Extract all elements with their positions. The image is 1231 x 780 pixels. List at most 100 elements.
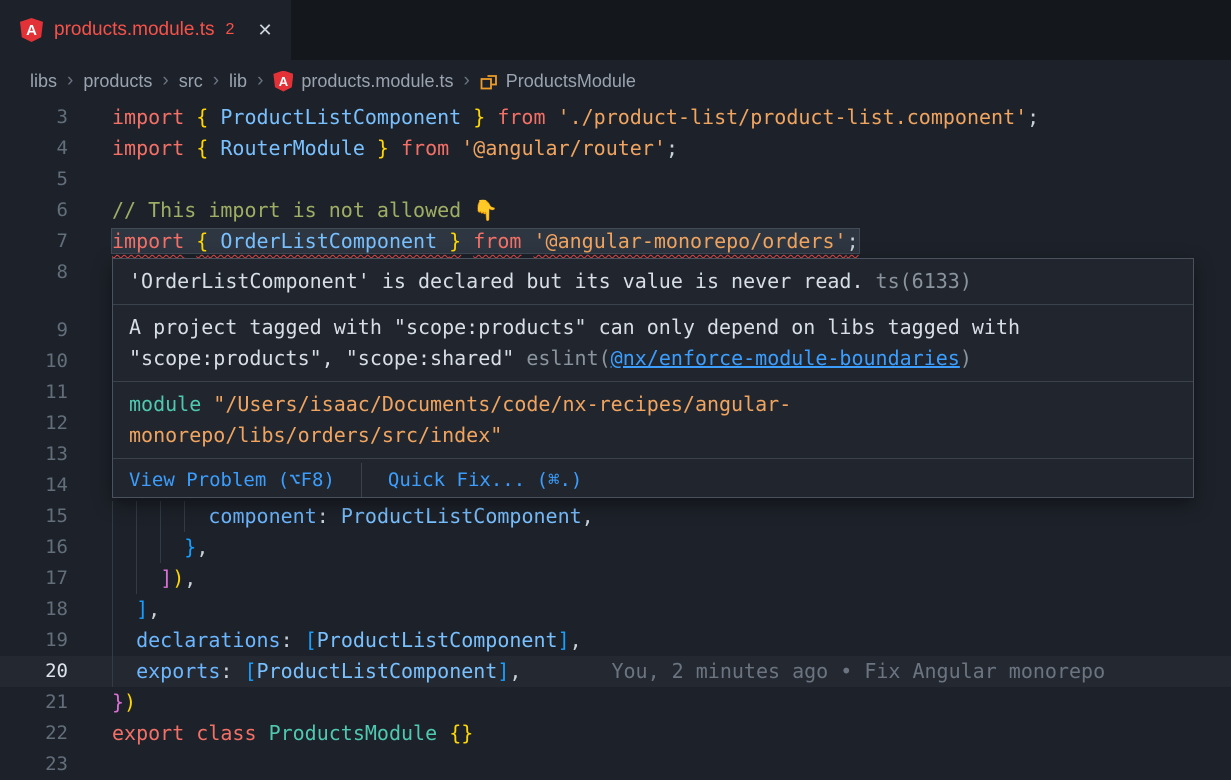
code-token: {}	[449, 721, 473, 745]
code-token: export	[112, 721, 184, 745]
line-number: 3	[0, 102, 68, 133]
code-line-6[interactable]: 6 // This import is not allowed 👇	[0, 195, 1231, 226]
code-line-18[interactable]: 18 ],	[0, 594, 1231, 625]
code-token: exports	[136, 659, 220, 683]
code-token: ProductListComponent	[341, 504, 582, 528]
code-content: import { RouterModule } from '@angular/r…	[112, 133, 678, 164]
code-token: // This import is not allowed	[112, 198, 473, 222]
code-line-4[interactable]: 4 import { RouterModule } from '@angular/…	[0, 133, 1231, 164]
quick-fix-button[interactable]: Quick Fix... (⌘.)	[361, 463, 608, 498]
line-number: 15	[0, 501, 68, 532]
indent-guide	[136, 532, 160, 563]
line-number: 22	[0, 718, 68, 749]
code-token: ProductsModule	[269, 721, 438, 745]
hover-text: )	[960, 346, 972, 370]
breadcrumb-separator: ›	[463, 70, 469, 92]
line-number: 18	[0, 594, 68, 625]
code-line-5[interactable]: 5	[0, 164, 1231, 195]
code-token	[546, 105, 558, 129]
line-number: 21	[0, 687, 68, 718]
breadcrumb-item-src[interactable]: src	[179, 71, 203, 92]
code-line-23[interactable]: 23	[0, 749, 1231, 780]
code-line-20[interactable]: 20 exports: [ProductListComponent],You, …	[0, 656, 1231, 687]
line-number: 13	[0, 439, 68, 470]
code-token: ;	[666, 136, 678, 160]
code-line-16[interactable]: 16 },	[0, 532, 1231, 563]
view-problem-button[interactable]: View Problem (⌥F8)	[129, 463, 361, 498]
code-token: '@angular/router'	[461, 136, 666, 160]
tab-problem-count-badge: 2	[226, 21, 235, 39]
git-blame-annotation: You, 2 minutes ago • Fix Angular monorep…	[521, 659, 1105, 683]
code-token	[184, 229, 196, 253]
code-token	[461, 229, 473, 253]
code-token: ,	[509, 659, 521, 683]
editor[interactable]: 3 import { ProductListComponent } from '.…	[0, 102, 1231, 780]
code-token: ]	[160, 566, 172, 590]
code-content: // This import is not allowed 👇	[112, 195, 498, 226]
code-token: component	[208, 504, 316, 528]
indent-guide	[112, 563, 136, 594]
line-number: 9	[0, 315, 68, 346]
line-number: 8	[0, 257, 68, 288]
hover-text: eslint(	[526, 346, 610, 370]
indent-guide	[112, 532, 136, 563]
code-token: ]	[558, 628, 570, 652]
breadcrumb-separator: ›	[67, 70, 73, 92]
code-token: ;	[847, 229, 859, 253]
hover-text: 'OrderListComponent' is declared but its…	[129, 269, 864, 293]
code-line-19[interactable]: 19 declarations: [ProductListComponent],	[0, 625, 1231, 656]
breadcrumb-separator: ›	[213, 70, 219, 92]
indent-guide	[136, 563, 160, 594]
breadcrumb-item-file[interactable]: Aproducts.module.ts	[273, 71, 453, 92]
code-token: import	[112, 229, 184, 253]
line-number: 5	[0, 164, 68, 195]
breadcrumb-item-lib[interactable]: lib	[229, 71, 247, 92]
breadcrumb-item-products[interactable]: products	[83, 71, 152, 92]
error-highlight: import { OrderListComponent } from '@ang…	[112, 229, 859, 253]
line-number: 23	[0, 749, 68, 780]
line-number: 6	[0, 195, 68, 226]
code-token: from	[497, 105, 545, 129]
line-number: 10	[0, 346, 68, 377]
line-number: 16	[0, 532, 68, 563]
code-line-17[interactable]: 17 ]),	[0, 563, 1231, 594]
code-token: )	[172, 566, 184, 590]
code-line-7[interactable]: 7import { OrderListComponent } from '@an…	[0, 226, 1231, 257]
code-content: component: ProductListComponent,	[112, 501, 594, 532]
code-line-21[interactable]: 21})	[0, 687, 1231, 718]
line-number: 14	[0, 470, 68, 501]
indent-guide	[112, 656, 136, 687]
code-token: OrderListComponent	[208, 229, 449, 253]
code-token	[437, 721, 449, 745]
code-token: }	[377, 136, 389, 160]
code-token: declarations	[136, 628, 281, 652]
code-line-3[interactable]: 3 import { ProductListComponent } from '.…	[0, 102, 1231, 133]
breadcrumb-item-symbol[interactable]: ProductsModule	[480, 71, 636, 92]
code-token: :	[220, 659, 244, 683]
breadcrumb-separator: ›	[257, 70, 263, 92]
code-token: ,	[582, 504, 594, 528]
code-token	[449, 136, 461, 160]
breadcrumb-symbol-label: ProductsModule	[506, 71, 636, 92]
code-token: import	[112, 136, 184, 160]
indent-guide	[112, 625, 136, 656]
code-token: '@angular-monorepo/orders'	[533, 229, 846, 253]
indent-guide	[160, 501, 184, 532]
close-icon[interactable]: ✕	[257, 20, 272, 41]
line-number: 12	[0, 408, 68, 439]
line-number: 4	[0, 133, 68, 164]
indent-guide	[112, 594, 136, 625]
tab-products-module[interactable]: A products.module.ts 2 ✕	[0, 0, 291, 60]
code-token: './product-list/product-list.component'	[558, 105, 1028, 129]
code-token: ,	[184, 566, 196, 590]
hover-action-bar: View Problem (⌥F8)Quick Fix... (⌘.)	[113, 459, 1193, 498]
code-content: ]),	[112, 563, 196, 594]
hover-message-3: module "/Users/isaac/Documents/code/nx-r…	[113, 382, 1193, 459]
symbol-class-icon	[480, 72, 498, 90]
eslint-rule-link[interactable]: @nx/enforce-module-boundaries	[611, 346, 960, 370]
breadcrumb-item-libs[interactable]: libs	[30, 71, 57, 92]
code-token: from	[473, 229, 521, 253]
code-line-22[interactable]: 22export class ProductsModule {}	[0, 718, 1231, 749]
code-line-15[interactable]: 15 component: ProductListComponent,	[0, 501, 1231, 532]
code-content: import { ProductListComponent } from './…	[112, 102, 1039, 133]
